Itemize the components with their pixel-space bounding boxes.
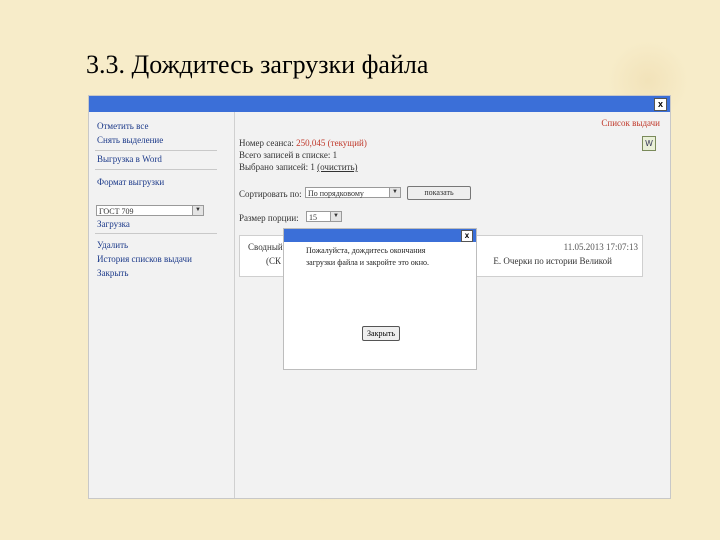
session-line: Номер сеанса: 250,045 (текущий)	[239, 138, 367, 148]
page-size-label: Размер порции:	[239, 213, 299, 223]
total-records: Всего записей в списке: 1	[239, 150, 338, 160]
chevron-down-icon: ▼	[389, 188, 400, 197]
download-link[interactable]: Загрузка	[97, 219, 130, 229]
clear-selected-link[interactable]: (очистить)	[317, 162, 357, 172]
chevron-down-icon: ▼	[330, 212, 341, 221]
delete-link[interactable]: Удалить	[97, 240, 128, 250]
record-description: Е. Очерки по истории Великой	[493, 256, 612, 266]
sidebar-divider	[95, 233, 217, 234]
mark-all-link[interactable]: Отметить все	[97, 121, 148, 131]
dialog-close-icon[interactable]: x	[461, 230, 473, 242]
word-icon[interactable]: W	[642, 136, 656, 151]
session-status: (текущий)	[327, 138, 367, 148]
session-value: 250,045	[296, 138, 326, 148]
sort-select-value: По порядковому	[308, 189, 364, 198]
page-size-select[interactable]: 15 ▼	[306, 211, 342, 222]
sort-label: Сортировать по:	[239, 189, 302, 199]
close-link[interactable]: Закрыть	[97, 268, 128, 278]
sidebar: Отметить все Снять выделение Выгрузка в …	[89, 112, 235, 498]
session-prefix: Номер сеанса:	[239, 138, 294, 148]
sidebar-divider	[95, 169, 217, 170]
record-date: 11.05.2013 17:07:13	[563, 242, 638, 252]
clear-selection-link[interactable]: Снять выделение	[97, 135, 163, 145]
download-dialog: x Пожалуйста, дождитесь окончания загруз…	[283, 228, 477, 370]
record-text-secondary: (СК	[266, 256, 282, 266]
selected-prefix: Выбрано записей: 1	[239, 162, 315, 172]
history-link[interactable]: История списков выдачи	[97, 254, 192, 264]
record-text: Сводный	[248, 242, 283, 252]
sidebar-divider	[95, 150, 217, 151]
selected-line: Выбрано записей: 1 (очистить)	[239, 162, 358, 172]
chevron-down-icon: ▼	[192, 206, 203, 215]
format-select[interactable]: ГОСТ 709 ▼	[96, 205, 204, 216]
sort-select[interactable]: По порядковому ▼	[305, 187, 401, 198]
format-label: Формат выгрузки	[97, 177, 165, 187]
window-title-bar: x	[89, 96, 670, 112]
format-select-value: ГОСТ 709	[99, 207, 134, 216]
list-link[interactable]: Список выдачи	[601, 118, 660, 128]
window-close-icon[interactable]: x	[654, 98, 667, 111]
show-button[interactable]: показать	[407, 186, 471, 200]
export-word-link[interactable]: Выгрузка в Word	[97, 154, 162, 164]
dialog-title-bar: x	[284, 229, 476, 242]
slide-title: 3.3. Дождитесь загрузки файла	[86, 50, 429, 79]
dialog-message: Пожалуйста, дождитесь окончания загрузки…	[306, 246, 429, 267]
page-size-value: 15	[309, 213, 317, 222]
dialog-close-button[interactable]: Закрыть	[362, 326, 400, 341]
